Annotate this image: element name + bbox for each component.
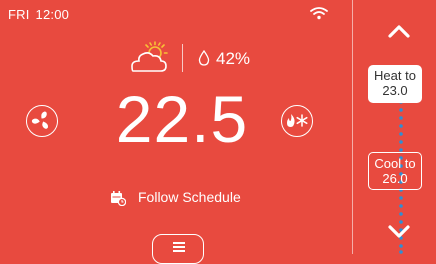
cool-setpoint-value: 26.0 (382, 171, 408, 186)
wifi-icon (310, 7, 328, 20)
mode-button[interactable] (281, 105, 313, 137)
heat-cool-mode-icon (287, 114, 308, 127)
cool-setpoint-badge[interactable]: Cool to 26.0 (368, 152, 422, 190)
weather-info: 42% (128, 40, 258, 80)
sun-behind-cloud-icon (131, 41, 168, 72)
calendar-clock-icon (111, 191, 126, 206)
heat-setpoint-label: Heat to (374, 68, 416, 83)
schedule-label: Follow Schedule (138, 189, 241, 205)
panel-divider (352, 0, 353, 254)
time-label: 12:00 (35, 7, 70, 22)
status-bar: FRI 12:00 (8, 7, 75, 22)
increase-setpoint-chevron-up-icon[interactable] (384, 22, 414, 42)
heat-setpoint-badge[interactable]: Heat to 23.0 (368, 65, 422, 103)
current-temperature: 22.5 (115, 82, 249, 156)
fan-button[interactable] (26, 105, 58, 137)
hamburger-menu-icon (173, 242, 185, 252)
decrease-setpoint-chevron-down-icon[interactable] (384, 221, 414, 241)
day-label: FRI (8, 7, 30, 22)
heat-setpoint-value: 23.0 (382, 83, 408, 98)
humidity-drop-icon (198, 50, 210, 66)
humidity-value: 42% (216, 49, 251, 68)
weather-separator (182, 44, 183, 72)
cool-setpoint-label: Cool to (374, 156, 416, 171)
thermostat-screen: FRI 12:00 42% 22.5 Follow Schedule Heat … (0, 0, 436, 264)
fan-icon (31, 111, 48, 129)
menu-button[interactable] (152, 234, 204, 264)
